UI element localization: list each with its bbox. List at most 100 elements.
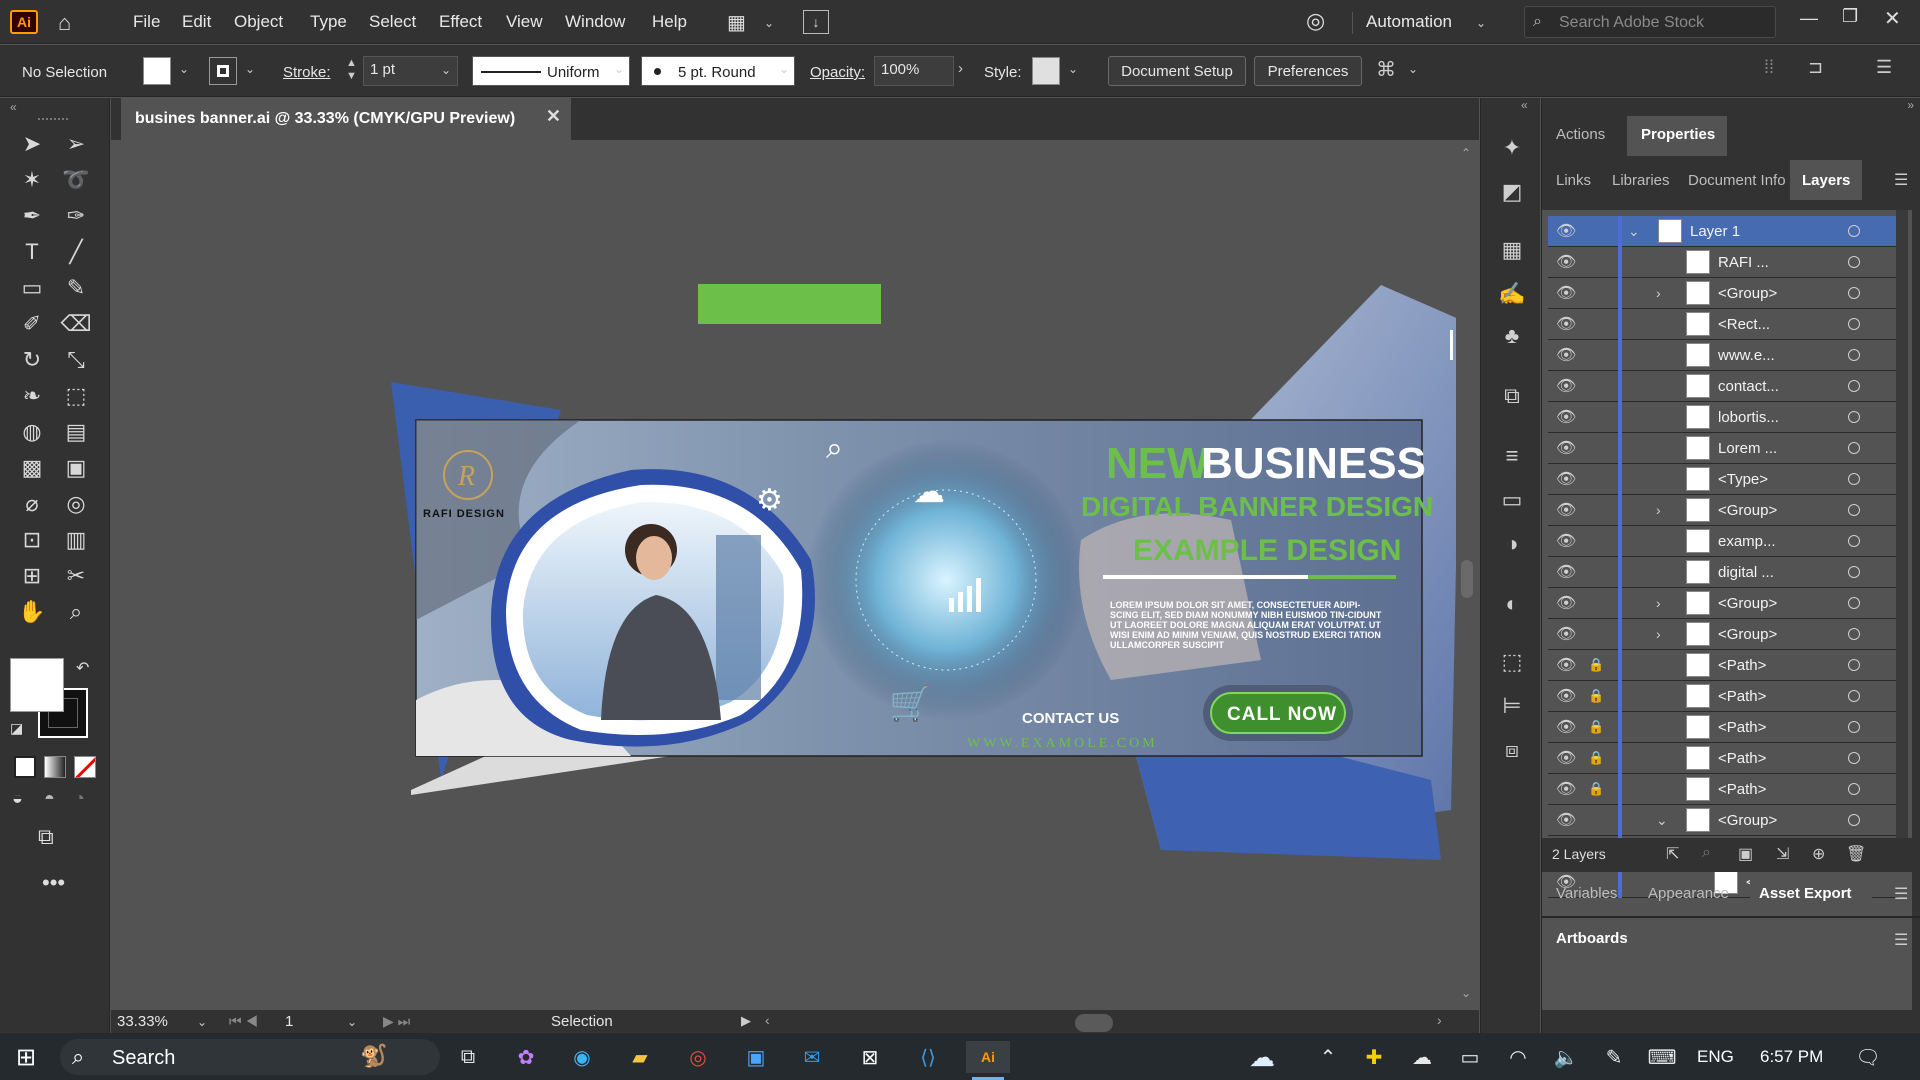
home-icon[interactable]: ⌂	[58, 10, 71, 36]
lock-icon[interactable]: 🔒	[1588, 781, 1604, 797]
edge-icon[interactable]: ◉	[566, 1041, 598, 1073]
column-graph-tool-icon[interactable]: ▥	[60, 524, 92, 556]
preferences-button[interactable]: Preferences	[1254, 56, 1362, 86]
hscroll-thumb[interactable]	[1075, 1014, 1113, 1032]
new-sublayer-icon[interactable]: ⇲	[1776, 844, 1789, 864]
swap-colors-icon[interactable]: ↶	[76, 658, 89, 678]
fill-swatch[interactable]	[143, 57, 171, 85]
scroll-left-icon[interactable]: ‹	[765, 1012, 770, 1028]
vertical-scrollbar[interactable]: ⌃ ⌄	[1456, 140, 1478, 1010]
opacity-label[interactable]: Opacity:	[810, 64, 865, 81]
layer-row[interactable]: 👁 www.e...	[1548, 340, 1898, 371]
chevron-right-icon[interactable]: ›	[958, 60, 963, 77]
artboard-tool-icon[interactable]: ⊞	[16, 560, 48, 592]
target-icon[interactable]	[1848, 318, 1860, 330]
copilot-icon[interactable]: ✿	[510, 1041, 542, 1073]
green-rectangle[interactable]	[698, 284, 881, 324]
direct-selection-tool-icon[interactable]: ➢	[60, 128, 92, 160]
rectangle-tool-icon[interactable]: ▭	[16, 272, 48, 304]
chrome-icon[interactable]: ◎	[682, 1041, 714, 1073]
eye-icon[interactable]: 👁	[1556, 376, 1576, 396]
warp-tool-icon[interactable]: ❧	[16, 380, 48, 412]
color-mode-icon[interactable]	[14, 756, 36, 778]
target-icon[interactable]	[1848, 628, 1860, 640]
chevron-down-icon[interactable]: ⌄	[1656, 812, 1668, 829]
rotate-tool-icon[interactable]: ↻	[16, 344, 48, 376]
subhead-example[interactable]: EXAMPLE DESIGN	[1133, 534, 1401, 567]
eye-icon[interactable]: 👁	[1556, 686, 1576, 706]
eye-icon[interactable]: 👁	[1556, 283, 1576, 303]
target-icon[interactable]	[1848, 659, 1860, 671]
pathfinder-icon[interactable]: ⧈	[1496, 734, 1528, 766]
eye-icon[interactable]: 👁	[1556, 748, 1576, 768]
notifications-icon[interactable]: 🗨	[1852, 1041, 1884, 1073]
opacity-field[interactable]: 100%	[874, 56, 954, 86]
chevron-down-icon[interactable]: ⌄	[1068, 62, 1078, 76]
transparency-icon[interactable]: ◑	[1496, 528, 1528, 560]
tab-asset-export[interactable]: Asset Export	[1759, 885, 1852, 902]
menu-select[interactable]: Select	[369, 12, 416, 32]
target-icon[interactable]	[1848, 349, 1860, 361]
eye-icon[interactable]: 👁	[1556, 500, 1576, 520]
restore-button[interactable]: ❐	[1842, 6, 1858, 27]
chevron-down-icon[interactable]: ⌄	[245, 62, 255, 76]
artboard-number-field[interactable]: 1	[285, 1013, 293, 1030]
zoom-tool-icon[interactable]: ⌕	[60, 596, 92, 628]
lock-icon[interactable]: 🔒	[1588, 750, 1604, 766]
scroll-up-icon[interactable]: ⌃	[1461, 146, 1471, 160]
lightbulb-icon[interactable]: ◎	[1306, 8, 1325, 34]
layers-scrollbar[interactable]	[1896, 210, 1908, 838]
default-colors-icon[interactable]: ◪	[10, 720, 23, 737]
layer-row[interactable]: 👁 <Rect...	[1548, 309, 1898, 340]
close-icon[interactable]: ✕	[546, 106, 561, 127]
target-icon[interactable]	[1848, 690, 1860, 702]
mail-icon[interactable]: ✉	[796, 1041, 828, 1073]
brushes-icon[interactable]: ✍	[1496, 278, 1528, 310]
clipping-mask-icon[interactable]: ▣	[1738, 844, 1753, 864]
fill-color-box[interactable]	[10, 658, 64, 712]
chevron-down-icon[interactable]: ⌄	[1476, 16, 1486, 30]
lock-icon[interactable]: 🔒	[1588, 719, 1604, 735]
layer-row[interactable]: 👁 examp...	[1548, 526, 1898, 557]
eye-icon[interactable]: 👁	[1556, 221, 1576, 241]
transform-icon[interactable]: ⊐	[1808, 57, 1823, 78]
target-icon[interactable]	[1848, 442, 1860, 454]
chevron-down-icon[interactable]: ⌄	[179, 62, 189, 76]
headline-new[interactable]: NEW	[1106, 439, 1209, 488]
target-icon[interactable]	[1848, 566, 1860, 578]
layer-row[interactable]: 👁 › <Group>	[1548, 495, 1898, 526]
eye-icon[interactable]: 👁	[1556, 810, 1576, 830]
keyboard-icon[interactable]: ⌨	[1646, 1041, 1678, 1073]
layer-row[interactable]: 👁 › <Group>	[1548, 588, 1898, 619]
target-icon[interactable]	[1848, 783, 1860, 795]
headline-business[interactable]: BUSINESS	[1201, 439, 1426, 488]
export-icon[interactable]: ⇱	[1666, 844, 1679, 864]
draw-inside-icon[interactable]: ◔	[74, 788, 85, 809]
target-icon[interactable]	[1848, 380, 1860, 392]
screen-mode-icon[interactable]: ⧉	[38, 824, 54, 850]
puppet-warp-icon[interactable]: ⌘	[1376, 57, 1396, 82]
chevron-down-icon[interactable]: ⌄	[764, 16, 774, 30]
gradient-tool-icon[interactable]: ▣	[60, 452, 92, 484]
document-tab[interactable]: busines banner.ai @ 33.33% (CMYK/GPU Pre…	[121, 98, 571, 140]
layer-row[interactable]: 👁 <Type>	[1548, 464, 1898, 495]
illustrator-taskbar-icon[interactable]: Ai	[966, 1041, 1010, 1073]
tab-actions[interactable]: Actions	[1556, 126, 1605, 143]
menu-edit[interactable]: Edit	[182, 12, 211, 32]
line-tool-icon[interactable]: ╱	[60, 236, 92, 268]
menu-effect[interactable]: Effect	[439, 12, 482, 32]
tab-layers[interactable]: Layers	[1802, 172, 1850, 189]
lasso-tool-icon[interactable]: ➰	[60, 164, 92, 196]
slice-tool-icon[interactable]: ✂	[60, 560, 92, 592]
tab-links[interactable]: Links	[1556, 172, 1591, 189]
menu-view[interactable]: View	[506, 12, 543, 32]
eye-icon[interactable]: 👁	[1556, 779, 1576, 799]
collapse-icon[interactable]: «	[10, 100, 17, 114]
eye-icon[interactable]: 👁	[1556, 345, 1576, 365]
scroll-right-icon[interactable]: ›	[1437, 1012, 1442, 1028]
target-icon[interactable]	[1848, 504, 1860, 516]
stroke-icon[interactable]: ≡	[1496, 440, 1528, 472]
target-icon[interactable]	[1848, 473, 1860, 485]
lock-icon[interactable]: 🔒	[1588, 688, 1604, 704]
stroke-swatch[interactable]	[209, 57, 237, 85]
